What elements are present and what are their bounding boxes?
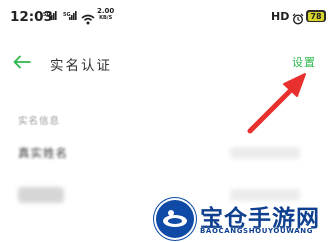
watermark-logo-icon [156,200,194,238]
watermark-subtitle: BAOCANGSHOUYOUWANG [200,227,314,235]
watermark: 宝仓手游网 BAOCANGSHOUYOUWANG [140,196,333,242]
